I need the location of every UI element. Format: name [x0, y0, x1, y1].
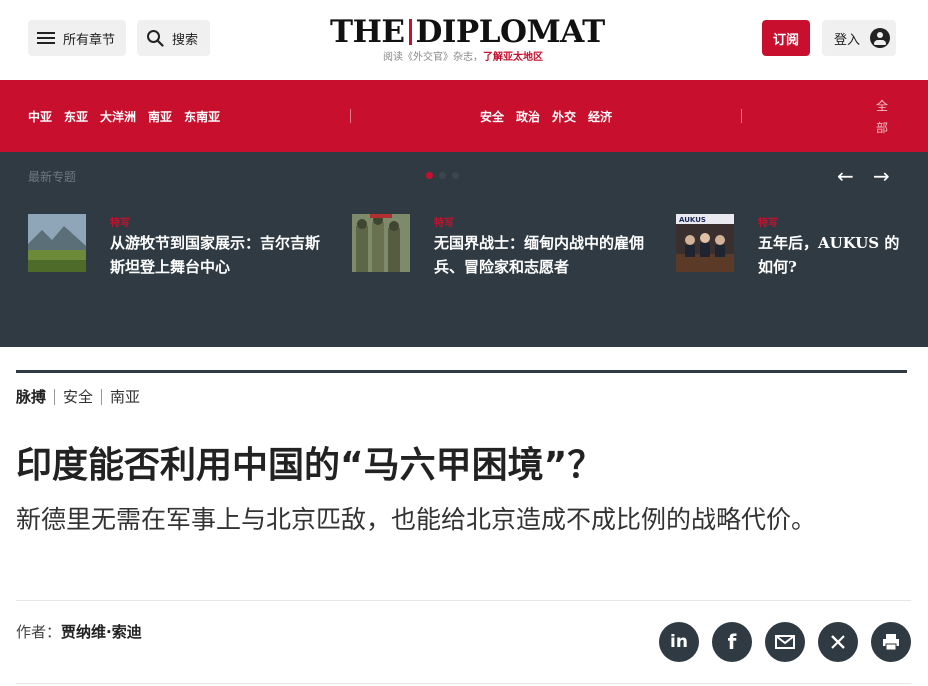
featured-carousel: 最新专题 ← → 特写 从游牧节到国家展示：吉尔吉斯斯坦登上舞台中心 特写 无国… [0, 152, 928, 347]
email-share-button[interactable] [765, 622, 805, 662]
card-tag: 特写 [110, 218, 130, 229]
card-thumbnail-aukus: AUKUS [676, 214, 734, 272]
breadcrumb-divider [54, 388, 56, 405]
card-title[interactable]: 五年后，AUKUS 的 如何? [758, 231, 928, 279]
carousel-card[interactable]: 特写 无国界战士：缅甸内战中的雇佣兵、冒险家和志愿者 [352, 214, 652, 276]
primary-nav: 中亚 东亚 大洋洲 南亚 东南亚 安全 政治 外交 经济 全部 [0, 80, 928, 152]
card-tag: 特写 [434, 218, 454, 229]
card-thumbnail-soldiers [352, 214, 410, 272]
nav-item-diplomacy[interactable]: 外交 [552, 108, 576, 125]
subscribe-button[interactable]: 订阅 [762, 20, 810, 56]
linkedin-icon: in [670, 632, 688, 652]
card-title[interactable]: 无国界战士：缅甸内战中的雇佣兵、冒险家和志愿者 [434, 231, 646, 279]
article-subheadline: 新德里无需在军事上与北京匹敌，也能给北京造成不成比例的战略代价。 [16, 505, 817, 534]
nav-item-all[interactable]: 全部 [876, 95, 890, 139]
carousel-card[interactable]: 特写 从游牧节到国家展示：吉尔吉斯斯坦登上舞台中心 [28, 214, 328, 276]
facebook-share-button[interactable]: f [712, 622, 752, 662]
all-chapters-button[interactable]: 所有章节 [28, 20, 126, 56]
nav-item-politics[interactable]: 政治 [516, 108, 540, 125]
carousel-card[interactable]: AUKUS 特写 五年后，AUKUS 的 如何? [676, 214, 928, 276]
nav-divider [350, 109, 351, 123]
share-buttons: in f [659, 622, 911, 662]
card-title[interactable]: 从游牧节到国家展示：吉尔吉斯斯坦登上舞台中心 [110, 231, 322, 279]
print-icon [883, 634, 899, 651]
carousel-next-arrow-icon[interactable]: → [873, 164, 890, 188]
breadcrumb-item-security[interactable]: 安全 [63, 386, 93, 407]
nav-item-oceania[interactable]: 大洋洲 [100, 108, 136, 125]
carousel-dots [426, 172, 459, 179]
search-button[interactable]: 搜索 [137, 20, 210, 56]
logo-tagline: 阅读《外交官》杂志，了解亚太地区 [330, 48, 596, 63]
article-byline: 作者：贾纳维·索迪 [16, 621, 142, 642]
carousel-dot[interactable] [439, 172, 446, 179]
card-thumbnail-landscape [28, 214, 86, 272]
logo-divider [408, 19, 412, 45]
site-logo[interactable]: THE DIPLOMAT 阅读《外交官》杂志，了解亚太地区 [330, 14, 605, 63]
login-label: 登入 [834, 32, 861, 48]
linkedin-share-button[interactable]: in [659, 622, 699, 662]
nav-item-east-asia[interactable]: 东亚 [64, 108, 88, 125]
email-icon [775, 635, 795, 649]
site-header: 所有章节 搜索 THE DIPLOMAT 阅读《外交官》杂志，了解亚太地区 订阅 … [0, 0, 928, 80]
card-title-line: 五年后，AUKUS 的 [758, 234, 900, 252]
print-share-button[interactable] [871, 622, 911, 662]
x-icon [831, 635, 845, 649]
breadcrumb-divider [101, 388, 103, 405]
breadcrumb-item-south-asia[interactable]: 南亚 [110, 386, 140, 407]
bottom-divider [16, 683, 911, 684]
nav-item-south-asia[interactable]: 南亚 [148, 108, 172, 125]
carousel-prev-arrow-icon[interactable]: ← [837, 164, 854, 188]
carousel-dot[interactable] [426, 172, 433, 179]
topic-nav: 安全 政治 外交 经济 [480, 108, 612, 125]
nav-item-economy[interactable]: 经济 [588, 108, 612, 125]
login-button[interactable]: 登入 [822, 20, 896, 56]
svg-text:AUKUS: AUKUS [679, 216, 706, 224]
card-tag: 特写 [758, 218, 778, 229]
byline-divider [16, 600, 911, 601]
tagline-emphasis: 了解亚太地区 [483, 52, 543, 63]
article-headline: 印度能否利用中国的“马六甲困境”？ [16, 445, 604, 486]
author-name[interactable]: 贾纳维·索迪 [61, 623, 142, 641]
all-chapters-label: 所有章节 [63, 32, 116, 48]
hamburger-menu-icon [37, 31, 55, 45]
search-icon [147, 30, 164, 47]
logo-word-the: THE [330, 14, 405, 50]
facebook-icon: f [727, 630, 737, 654]
carousel-dot[interactable] [452, 172, 459, 179]
tagline-prefix: 阅读《外交官》杂志， [383, 52, 483, 63]
user-account-icon [870, 28, 891, 48]
byline-prefix: 作者： [16, 623, 62, 641]
x-share-button[interactable] [818, 622, 858, 662]
breadcrumb-item-pulse[interactable]: 脉搏 [16, 386, 46, 407]
nav-item-security[interactable]: 安全 [480, 108, 504, 125]
breadcrumb: 脉搏 安全 南亚 [16, 386, 140, 407]
logo-word-diplomat: DIPLOMAT [415, 14, 606, 50]
carousel-label: 最新专题 [28, 170, 77, 184]
search-label: 搜索 [172, 32, 199, 48]
card-title-line: 如何? [758, 258, 797, 276]
nav-item-southeast-asia[interactable]: 东南亚 [184, 108, 220, 125]
nav-item-central-asia[interactable]: 中亚 [28, 108, 52, 125]
region-nav: 中亚 东亚 大洋洲 南亚 东南亚 [28, 108, 220, 125]
nav-divider [741, 109, 742, 123]
article-top-rule [16, 370, 907, 373]
